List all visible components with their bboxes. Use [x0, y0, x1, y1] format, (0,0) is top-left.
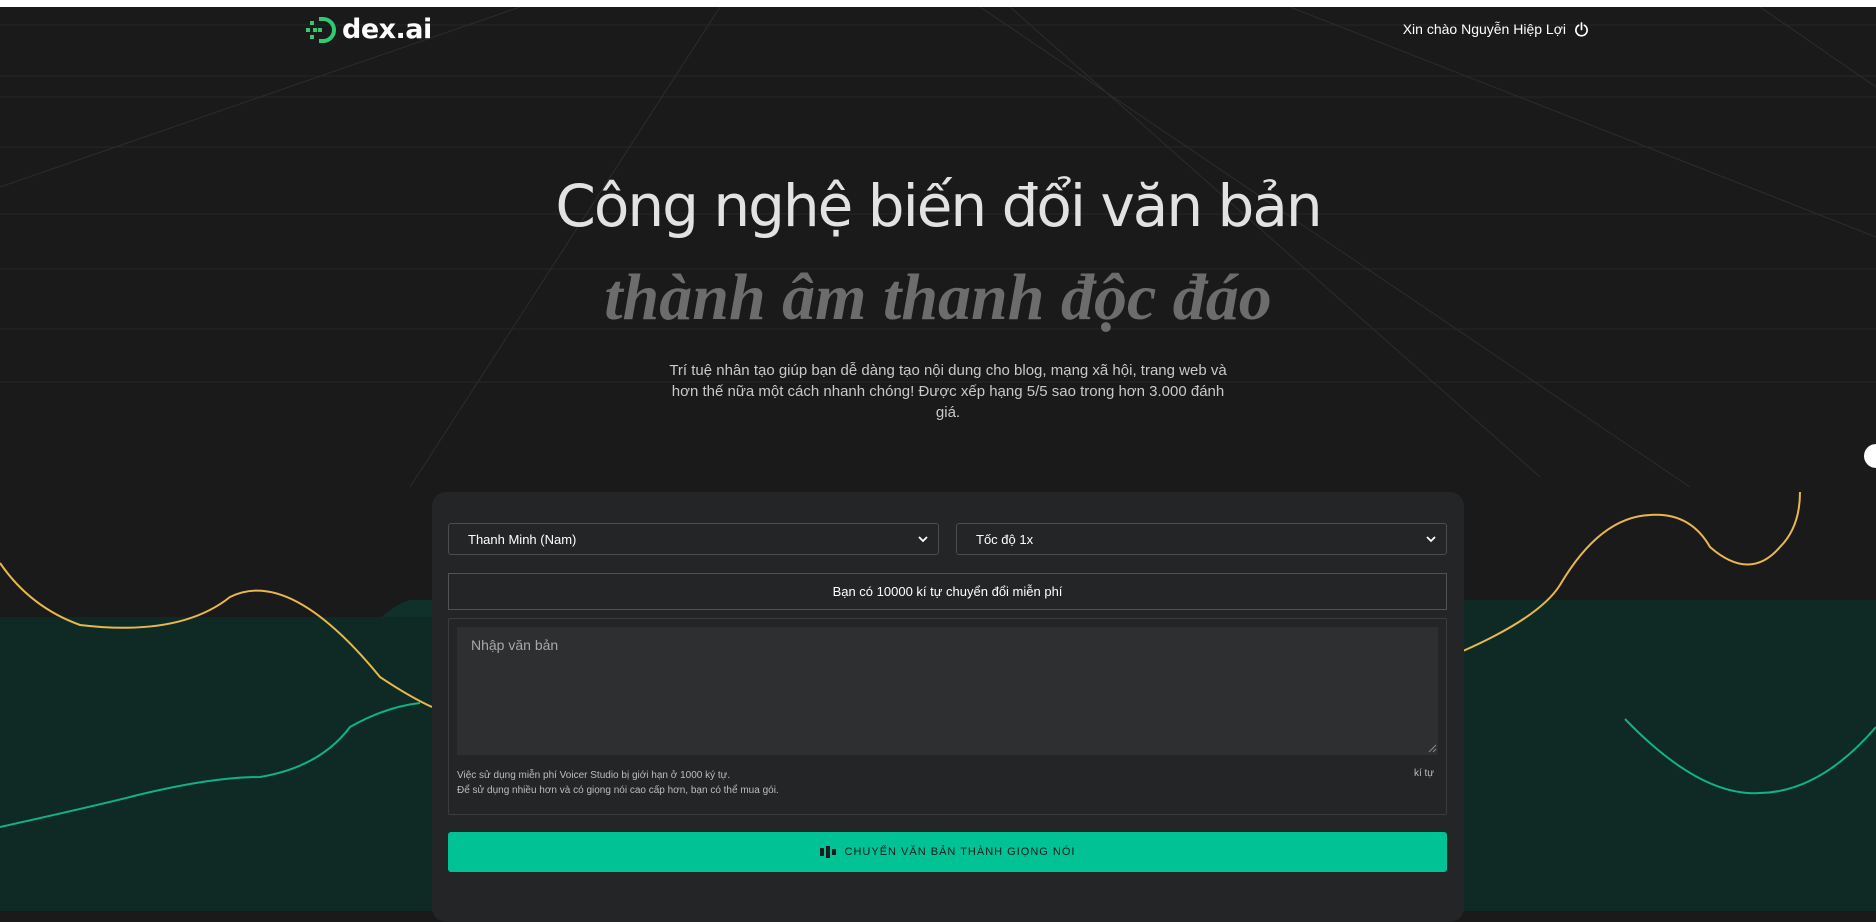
- hero-subtitle: thành âm thanh độc đáo: [604, 261, 1272, 334]
- convert-button-label: CHUYỂN VĂN BẢN THÀNH GIỌNG NÓI: [844, 846, 1076, 858]
- chevron-down-icon: [1426, 535, 1436, 542]
- usage-note: Việc sử dụng miễn phí Voicer Studio bị g…: [457, 768, 779, 798]
- chevron-down-icon: [918, 535, 928, 542]
- character-count: kí tự: [1413, 768, 1434, 779]
- hero-description: Trí tuệ nhân tạo giúp bạn dễ dàng tạo nộ…: [669, 362, 1227, 421]
- speed-select[interactable]: Tốc độ 1x: [956, 523, 1447, 555]
- greeting-text: Xin chào Nguyễn Hiệp Lợi: [1402, 21, 1566, 37]
- converter-panel: Thanh Minh (Nam) Tốc độ 1x Bạn có 10000 …: [432, 492, 1464, 922]
- hero-title: Công nghệ biến đổi văn bản: [555, 172, 1322, 240]
- top-border: [0, 0, 1876, 7]
- speed-select-value: Tốc độ 1x: [976, 531, 1034, 547]
- text-input[interactable]: [457, 627, 1438, 755]
- resize-handle-icon[interactable]: [1428, 744, 1437, 753]
- power-icon[interactable]: [1574, 21, 1589, 37]
- logo-text: dex.ai: [342, 14, 432, 45]
- sound-wave-icon: [819, 846, 836, 858]
- logo[interactable]: dex.ai: [306, 14, 432, 45]
- free-characters-notice: Bạn có 10000 kí tự chuyển đổi miễn phí: [448, 573, 1447, 610]
- usage-note-line2: Để sử dụng nhiều hơn và có giọng nói cao…: [457, 785, 779, 796]
- voice-select[interactable]: Thanh Minh (Nam): [448, 523, 939, 555]
- usage-note-line1: Việc sử dụng miễn phí Voicer Studio bị g…: [457, 770, 731, 781]
- text-editor: Việc sử dụng miễn phí Voicer Studio bị g…: [448, 618, 1447, 815]
- user-greeting: Xin chào Nguyễn Hiệp Lợi: [1403, 21, 1589, 37]
- convert-button[interactable]: CHUYỂN VĂN BẢN THÀNH GIỌNG NÓI: [448, 832, 1447, 872]
- voice-select-value: Thanh Minh (Nam): [468, 531, 577, 547]
- floating-widget-icon[interactable]: [1864, 444, 1876, 468]
- logo-icon: [306, 16, 336, 43]
